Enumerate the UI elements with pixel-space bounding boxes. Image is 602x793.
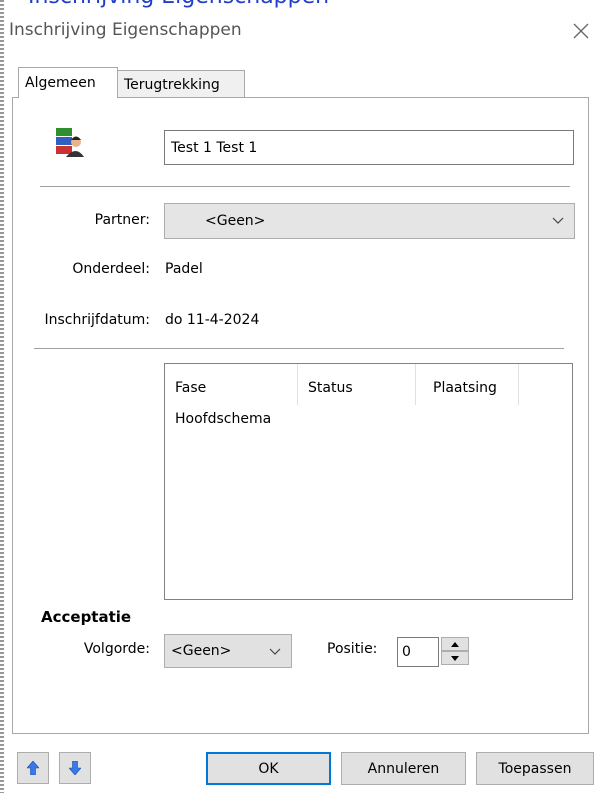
arrow-down-icon [69, 761, 81, 775]
volgorde-select-value: <Geen> [171, 643, 232, 659]
positie-label: Positie: [327, 641, 378, 657]
apply-button[interactable]: Toepassen [476, 752, 594, 785]
spin-down-button[interactable] [441, 651, 469, 665]
name-field-value: Test 1 Test 1 [171, 139, 258, 156]
partner-select-value: <Geen> [205, 213, 266, 229]
caret-up-icon [451, 641, 459, 647]
phase-list[interactable]: Fase Status Plaatsing Hoofdschema [164, 363, 573, 600]
inschrijfdatum-label: Inschrijfdatum: [44, 312, 150, 328]
inschrijfdatum-value: do 11-4-2024 [165, 312, 260, 328]
clipped-header-text: Inschrijving Eigenschappen [28, 0, 338, 8]
chevron-down-icon [269, 648, 281, 655]
volgorde-label: Volgorde: [83, 641, 150, 657]
tab-algemeen[interactable]: Algemeen [18, 67, 118, 98]
column-divider[interactable] [297, 364, 298, 405]
spin-up-button[interactable] [441, 637, 469, 651]
tab-terugtrekking[interactable]: Terugtrekking [117, 70, 245, 98]
caret-down-icon [451, 655, 459, 661]
tab-terugtrekking-label: Terugtrekking [124, 76, 220, 93]
acceptatie-heading: Acceptatie [41, 608, 132, 626]
cancel-button[interactable]: Annuleren [341, 752, 466, 785]
onderdeel-value: Padel [165, 261, 203, 277]
window-title: Inschrijving Eigenschappen [9, 20, 242, 40]
column-header-plaatsing[interactable]: Plaatsing [433, 380, 497, 396]
column-divider[interactable] [518, 364, 519, 405]
onderdeel-label: Onderdeel: [72, 261, 150, 277]
chevron-down-icon [552, 217, 564, 224]
positie-spinner[interactable] [441, 637, 469, 665]
table-row[interactable]: Hoofdschema [175, 411, 271, 427]
partner-label: Partner: [94, 212, 150, 228]
positie-input[interactable]: 0 [397, 637, 439, 667]
close-button[interactable] [568, 18, 594, 44]
column-header-status[interactable]: Status [308, 380, 353, 396]
ok-button-label: OK [258, 760, 279, 777]
separator-middle [34, 348, 564, 349]
arrow-up-icon [27, 761, 39, 775]
apply-button-label: Toepassen [498, 760, 572, 777]
clipped-header-label: Inschrijving Eigenschappen [28, 0, 329, 8]
column-header-fase[interactable]: Fase [175, 380, 206, 396]
close-icon [573, 23, 589, 39]
row-fase-value: Hoofdschema [175, 411, 272, 427]
separator-top [40, 186, 570, 187]
registration-person-icon [54, 127, 84, 157]
name-field[interactable]: Test 1 Test 1 [164, 130, 574, 165]
move-down-button[interactable] [59, 752, 91, 784]
window-edge [0, 0, 4, 793]
volgorde-select[interactable]: <Geen> [164, 634, 292, 668]
column-divider[interactable] [415, 364, 416, 405]
partner-select[interactable]: <Geen> [164, 203, 575, 239]
cancel-button-label: Annuleren [367, 760, 440, 777]
positie-input-value: 0 [402, 644, 411, 660]
move-up-button[interactable] [17, 752, 49, 784]
tab-algemeen-label: Algemeen [25, 75, 96, 91]
ok-button[interactable]: OK [206, 752, 331, 785]
